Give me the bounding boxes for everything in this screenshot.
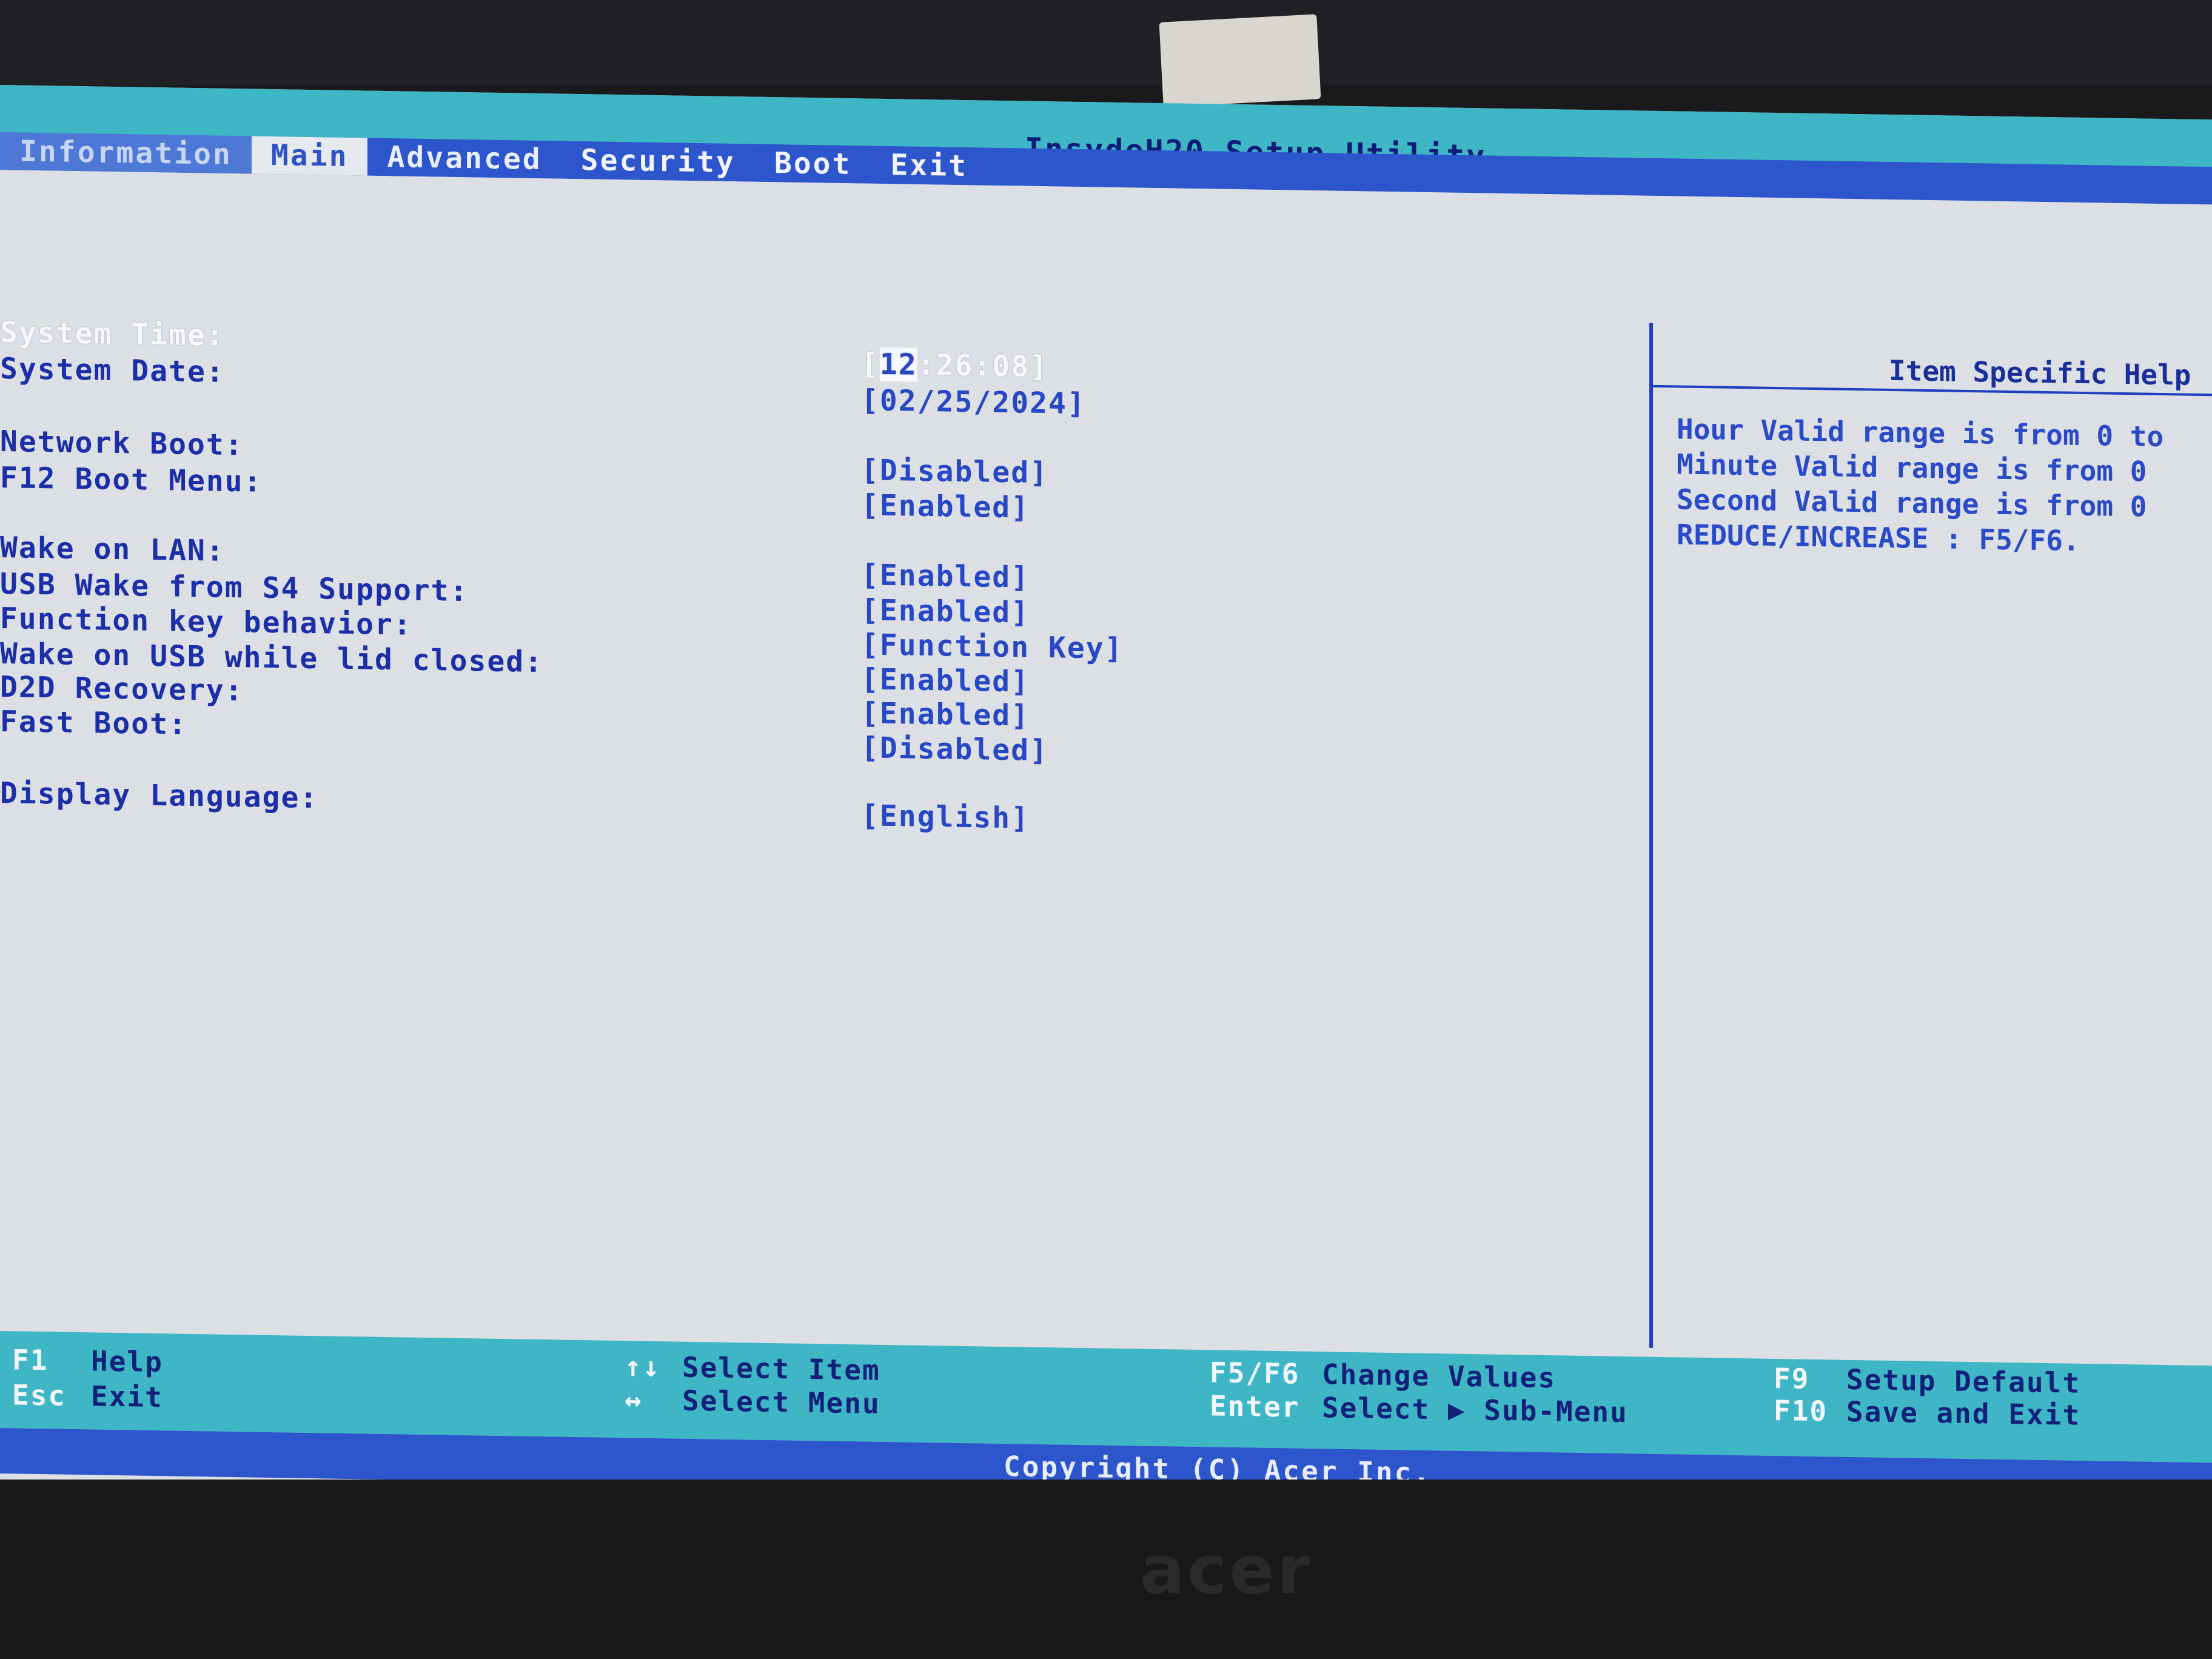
setting-label-system-time[interactable]: System Time:	[0, 315, 225, 353]
tape-strip	[1159, 14, 1321, 107]
tab-main[interactable]: Main	[251, 136, 368, 176]
setting-label-f12-boot-menu[interactable]: F12 Boot Menu:	[0, 461, 263, 499]
setting-value-network-boot[interactable]: [Disabled]	[861, 453, 1048, 490]
f5f6-desc: Change Values	[1322, 1358, 1557, 1395]
setting-value-system-time[interactable]: [12:26:08]	[861, 347, 1048, 384]
setting-value-fast-boot[interactable]: [Disabled]	[861, 731, 1048, 768]
time-rest: :26:08]	[917, 347, 1048, 384]
leftright-desc: Select Menu	[682, 1384, 880, 1420]
enter-desc: Select ▶ Sub-Menu	[1322, 1391, 1628, 1429]
arrow-leftright-icon: ↔	[625, 1383, 643, 1416]
f1-desc: Help	[91, 1344, 163, 1379]
acer-logo: acer	[1140, 1531, 1313, 1609]
updown-desc: Select Item	[682, 1350, 880, 1387]
f9-key: F9	[1774, 1361, 1810, 1395]
help-divider-vertical	[1649, 323, 1653, 1348]
tab-information[interactable]: Information	[0, 132, 252, 174]
f5f6-key: F5/F6	[1210, 1356, 1300, 1390]
monitor-bezel-top	[0, 0, 2212, 85]
time-open-bracket: [	[861, 347, 880, 381]
setting-value-wake-on-lan[interactable]: [Enabled]	[861, 558, 1030, 594]
setting-value-f12-boot-menu[interactable]: [Enabled]	[861, 488, 1030, 525]
setting-label-network-boot[interactable]: Network Boot:	[0, 424, 244, 462]
help-panel-text: Hour Valid range is from 0 to Minute Val…	[1677, 411, 2212, 560]
setting-label-fast-boot[interactable]: Fast Boot:	[0, 705, 187, 742]
setting-label-wake-on-lan[interactable]: Wake on LAN:	[0, 531, 225, 568]
setting-label-function-key[interactable]: Function key behavior:	[0, 602, 412, 642]
tab-boot[interactable]: Boot	[754, 144, 871, 184]
setting-value-system-date[interactable]: [02/25/2024]	[861, 383, 1086, 421]
setting-value-function-key[interactable]: [Function Key]	[861, 628, 1124, 666]
f9-desc: Setup Default	[1846, 1362, 2081, 1399]
setting-value-usb-wake-s4[interactable]: [Enabled]	[861, 593, 1030, 629]
tab-exit[interactable]: Exit	[871, 146, 988, 186]
setting-value-display-language[interactable]: [English]	[861, 799, 1030, 835]
setting-label-d2d-recovery[interactable]: D2D Recovery:	[0, 670, 244, 708]
tab-advanced[interactable]: Advanced	[367, 138, 561, 179]
help-panel-title: Item Specific Help	[1889, 354, 2191, 392]
time-hour-field[interactable]: 12	[879, 347, 917, 382]
setting-value-d2d-recovery[interactable]: [Enabled]	[861, 696, 1030, 732]
setting-label-system-date[interactable]: System Date:	[0, 352, 225, 389]
monitor-bezel-bottom	[0, 1480, 2212, 1659]
setting-label-display-language[interactable]: Display Language:	[0, 776, 318, 815]
f10-desc: Save and Exit	[1846, 1395, 2081, 1432]
f10-key: F10	[1774, 1393, 1828, 1428]
esc-key: Esc	[12, 1378, 67, 1412]
f1-key: F1	[12, 1343, 49, 1377]
tab-security[interactable]: Security	[561, 141, 755, 182]
settings-panel: System Time: [12:26:08] System Date: [02…	[0, 170, 2212, 1362]
setting-value-wake-usb-lid[interactable]: [Enabled]	[861, 662, 1030, 699]
esc-desc: Exit	[91, 1379, 163, 1414]
enter-key: Enter	[1210, 1389, 1300, 1424]
bios-screen: InsydeH20 Setup Utility Information Main…	[0, 85, 2212, 1515]
arrow-updown-icon: ↑↓	[625, 1350, 661, 1384]
